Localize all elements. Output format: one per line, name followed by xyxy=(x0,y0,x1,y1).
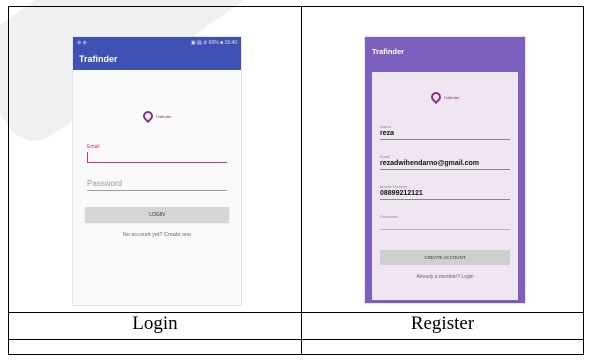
login-caption: Login xyxy=(8,312,302,340)
location-pin-icon xyxy=(140,108,155,124)
login-button[interactable]: LOGIN xyxy=(85,207,229,222)
figure-table: ⊕ ⊕ ▣ ▤ ⇵ 60% ■ 15:40 Trafinder Trafinde… xyxy=(8,6,584,355)
logo-text: Trafinder xyxy=(155,113,172,119)
email-label: Email xyxy=(87,144,100,150)
app-title: Trafinder xyxy=(372,46,405,56)
logo-text: Trafinder xyxy=(443,94,460,100)
mobile-field[interactable]: 08899212121 xyxy=(380,190,510,200)
email-field[interactable]: rezadwihendarno@gmail.com xyxy=(380,160,510,170)
status-bar: ⊕ ⊕ ▣ ▤ ⇵ 60% ■ 15:40 xyxy=(73,37,241,48)
name-label: Nama xyxy=(380,124,391,129)
app-bar: Trafinder xyxy=(73,48,241,70)
login-link[interactable]: Already a member? Login xyxy=(372,274,518,280)
password-field[interactable]: Password xyxy=(87,179,227,191)
register-caption: Register xyxy=(301,312,584,340)
app-logo: Trafinder xyxy=(73,108,241,124)
app-logo: Trafinder xyxy=(372,89,518,105)
empty-cell xyxy=(8,339,302,355)
password-label: Password xyxy=(380,214,398,219)
register-card: Trafinder Nama reza Email rezadwihendarn… xyxy=(372,72,518,300)
app-bar: Trafinder xyxy=(365,37,525,65)
password-field[interactable] xyxy=(380,220,510,230)
login-screen: ⊕ ⊕ ▣ ▤ ⇵ 60% ■ 15:40 Trafinder Trafinde… xyxy=(73,37,241,305)
name-field[interactable]: reza xyxy=(380,130,510,140)
mobile-label: Mobile Number xyxy=(380,184,408,189)
location-pin-icon xyxy=(428,89,443,105)
app-title: Trafinder xyxy=(79,54,118,64)
email-label: Email xyxy=(380,154,391,159)
status-right: ▣ ▤ ⇵ 60% ■ 15:40 xyxy=(190,39,237,46)
create-account-button[interactable]: CREATE ACCOUNT xyxy=(380,250,510,265)
email-field[interactable] xyxy=(87,152,227,163)
register-cell: Trafinder Trafinder Nama reza Email reza… xyxy=(301,6,584,313)
register-screen: Trafinder Trafinder Nama reza Email reza… xyxy=(365,37,525,303)
login-cell: ⊕ ⊕ ▣ ▤ ⇵ 60% ■ 15:40 Trafinder Trafinde… xyxy=(8,6,302,313)
empty-cell xyxy=(301,339,584,355)
create-account-link[interactable]: No account yet? Create one xyxy=(73,232,241,238)
status-left: ⊕ ⊕ xyxy=(77,39,87,46)
